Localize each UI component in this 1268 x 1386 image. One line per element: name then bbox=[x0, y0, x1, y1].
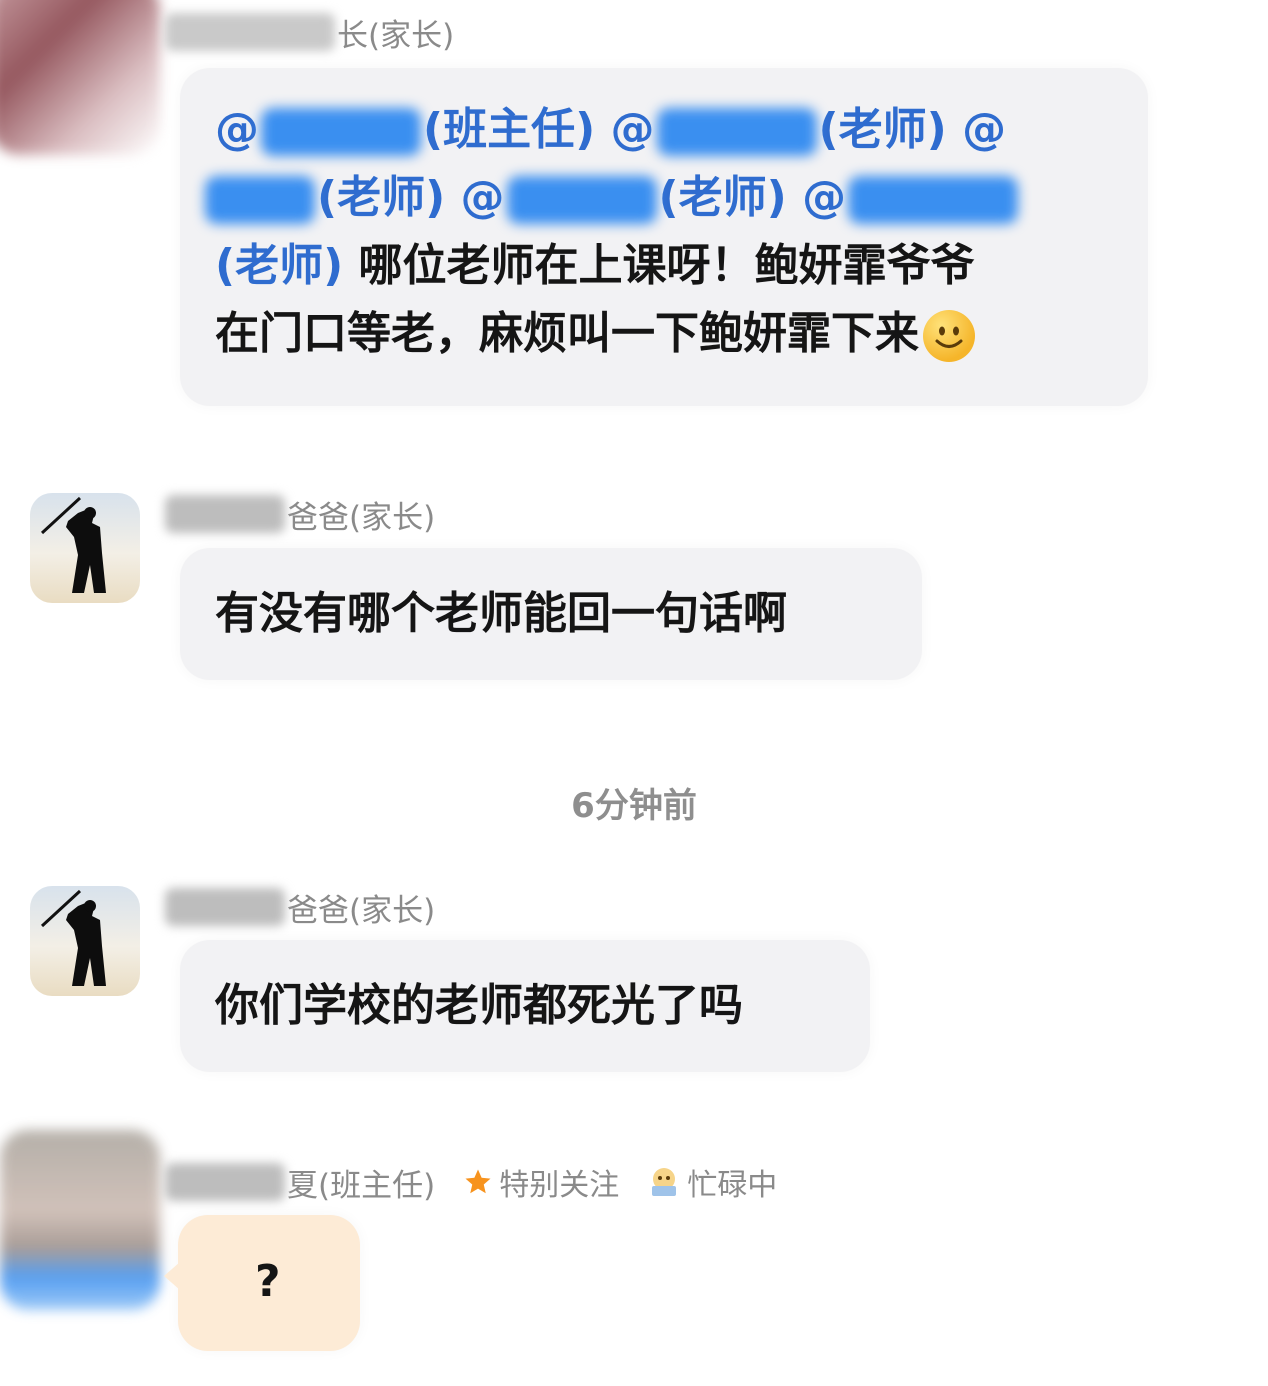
message-text: ? bbox=[255, 1256, 281, 1307]
blurred-mention bbox=[261, 108, 421, 156]
blurred-mention bbox=[506, 176, 657, 224]
mention-text[interactable]: (班主任) @ bbox=[423, 104, 655, 155]
message-line: (老师) 哪位老师在上课呀！鲍妍霏爷爷 bbox=[215, 232, 1115, 300]
blurred-name bbox=[165, 1163, 285, 1201]
blurred-name bbox=[165, 888, 285, 926]
sender-role: 夏(班主任) bbox=[287, 1167, 436, 1204]
message-line: @ (班主任) @ (老师) @ bbox=[215, 96, 1115, 164]
blurred-name bbox=[165, 13, 335, 51]
special-follow-badge[interactable]: 特别关注 bbox=[463, 1160, 619, 1204]
sender-name: 爸爸(家长) bbox=[165, 492, 435, 536]
message-text: 有没有哪个老师能回一句话啊 bbox=[215, 588, 787, 639]
timestamp: 6分钟前 bbox=[571, 786, 697, 826]
soldier-silhouette-icon bbox=[40, 889, 106, 986]
blurred-mention bbox=[205, 176, 315, 224]
busy-status-label: 忙碌中 bbox=[687, 1168, 778, 1203]
blurred-mention bbox=[656, 108, 817, 156]
sender-role: 长(家长) bbox=[337, 17, 455, 54]
message-text: @ (班主任) @ (老师) @ (老师) @ (老师) @ (老师) 哪位老师在上课… bbox=[205, 96, 1115, 368]
message-line: (老师) @ (老师) @ bbox=[205, 164, 1115, 232]
bubble-tail bbox=[164, 1262, 180, 1290]
sender-name: 长(家长) bbox=[165, 10, 454, 54]
sender-name: 爸爸(家长) bbox=[165, 885, 435, 929]
mention-text[interactable]: (老师) @ bbox=[317, 172, 505, 223]
soldier-silhouette-icon bbox=[40, 496, 106, 593]
mention-text[interactable]: (老师) @ bbox=[819, 104, 1007, 155]
avatar[interactable] bbox=[30, 493, 140, 603]
busy-status-icon bbox=[652, 1168, 677, 1196]
mention-text[interactable]: @ bbox=[215, 104, 259, 155]
avatar[interactable] bbox=[0, 0, 160, 155]
sender-name: 夏(班主任) 特别关注 忙碌中 bbox=[165, 1160, 777, 1204]
busy-status-badge: 忙碌中 bbox=[647, 1160, 777, 1204]
blurred-name bbox=[165, 495, 285, 533]
sender-role: 爸爸(家长) bbox=[287, 499, 436, 536]
mention-text[interactable]: (老师) @ bbox=[659, 172, 847, 223]
body-text: 哪位老师在上课呀！鲍妍霏爷爷 bbox=[343, 240, 975, 291]
message-text: 你们学校的老师都死光了吗 bbox=[215, 980, 743, 1031]
avatar[interactable] bbox=[0, 1130, 160, 1310]
special-follow-label: 特别关注 bbox=[499, 1168, 620, 1203]
message-line: 在门口等老，麻烦叫一下鲍妍霏下来 bbox=[215, 300, 1115, 368]
avatar[interactable] bbox=[30, 886, 140, 996]
blurred-mention bbox=[848, 176, 1019, 224]
body-text: 在门口等老，麻烦叫一下鲍妍霏下来 bbox=[215, 308, 919, 359]
sender-role: 爸爸(家长) bbox=[287, 892, 436, 929]
smile-emoji-icon bbox=[923, 310, 975, 362]
star-icon bbox=[465, 1169, 491, 1194]
mention-text[interactable]: (老师) bbox=[215, 240, 343, 291]
